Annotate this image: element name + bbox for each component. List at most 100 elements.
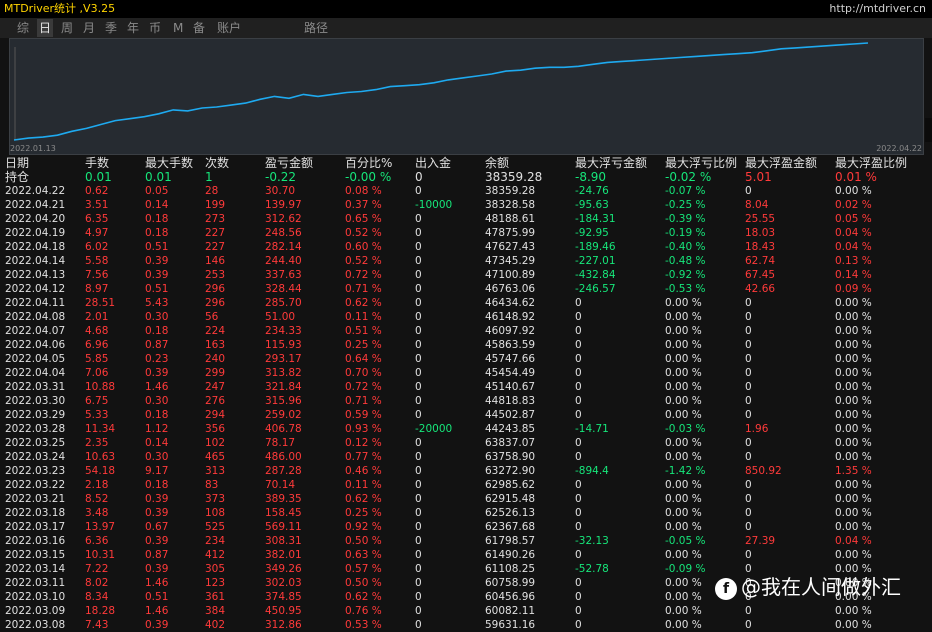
cell-lots: 3.48 [85,507,109,519]
cell-date: 持仓 [5,170,30,184]
holding-row[interactable]: 持仓 0.01 0.01 1 -0.22 -0.00 % 0 38359.28 -8.90 -0.… [0,170,932,184]
tab-year[interactable]: 年 [127,19,139,37]
table-row[interactable]: 2022.04.08 2.01 0.30 56 51.00 0.11 % 0 46148.92… [0,310,932,324]
cell-balance: 60456.96 [485,591,536,603]
cell-max-float-loss-pct: 0.00 % [665,339,702,351]
cell-pnl: 302.03 [265,577,302,589]
cell-lots: 2.35 [85,437,109,449]
cell-max-lots: 0.39 [145,255,169,267]
cell-max-lots: 0.18 [145,409,169,421]
col-header-balance[interactable]: 余额 [485,156,509,170]
cell-max-float-profit: 18.03 [745,227,776,239]
cell-max-lots: 0.14 [145,199,169,211]
col-header-max-float-profit[interactable]: 最大浮盈金额 [745,156,817,170]
cell-max-float-profit-pct: 0.00 % [835,409,872,421]
cell-max-float-profit-pct: 0.04 % [835,227,872,239]
col-header-date[interactable]: 日期 [5,156,29,170]
cell-balance: 47345.29 [485,255,536,267]
cell-max-lots: 0.51 [145,283,169,295]
table-row[interactable]: 2022.03.23 54.18 9.17 313 287.28 0.46 % 0 63272… [0,464,932,478]
col-header-lots[interactable]: 手数 [85,156,109,170]
table-row[interactable]: 2022.04.13 7.56 0.39 253 337.63 0.72 % 0 47100.… [0,268,932,282]
cell-max-float-loss: -32.13 [575,535,609,547]
brand-logo-icon: f [715,577,737,600]
tab-quarter[interactable]: 季 [105,19,117,37]
table-row[interactable]: 2022.04.20 6.35 0.18 273 312.62 0.65 % 0 48188.… [0,212,932,226]
tab-day[interactable]: 日 [37,19,54,37]
cell-lots: 6.36 [85,535,109,547]
table-row[interactable]: 2022.04.22 0.62 0.05 28 30.70 0.08 % 0 38359.28… [0,184,932,198]
cell-lots: 6.02 [85,241,109,253]
table-row[interactable]: 2022.03.08 7.43 0.39 402 312.86 0.53 % 0 59631.… [0,618,932,632]
cell-max-float-loss-pct: -0.92 % [665,269,706,281]
table-row[interactable]: 2022.04.11 28.51 5.43 296 285.70 0.62 % 0 46434… [0,296,932,310]
cell-max-float-profit: 0 [745,339,752,351]
col-header-deposit-withdraw[interactable]: 出入金 [415,156,451,170]
cell-max-lots: 0.87 [145,549,169,561]
table-row[interactable]: 2022.03.15 10.31 0.87 412 382.01 0.63 % 0 61490… [0,548,932,562]
col-header-max-float-loss[interactable]: 最大浮亏金额 [575,156,647,170]
cell-date: 2022.03.24 [5,451,66,463]
x-end-label: 2022.04.22 [876,144,922,153]
table-row[interactable]: 2022.04.04 7.06 0.39 299 313.82 0.70 % 0 45454.… [0,366,932,380]
cell-deposit-withdraw: 0 [415,437,422,449]
tab-m[interactable]: M [173,19,183,37]
cell-max-float-profit: 18.43 [745,241,776,253]
tab-currency[interactable]: 币 [149,19,161,37]
cell-max-lots: 0.51 [145,241,169,253]
tab-account[interactable]: 账户 [217,19,241,37]
col-header-trades[interactable]: 次数 [205,156,229,170]
cell-max-float-profit-pct: 0.01 % [835,170,877,184]
table-row[interactable]: 2022.03.21 8.52 0.39 373 389.35 0.62 % 0 62915.… [0,492,932,506]
table-row[interactable]: 2022.03.28 11.34 1.12 356 406.78 0.93 % -20000… [0,422,932,436]
col-header-percent[interactable]: 百分比% [345,156,392,170]
tab-path[interactable]: 路径 [304,19,328,37]
tab-week[interactable]: 周 [61,19,73,37]
table-row[interactable]: 2022.03.18 3.48 0.39 108 158.45 0.25 % 0 62526.… [0,506,932,520]
cell-max-float-profit: 62.74 [745,255,776,267]
col-header-max-float-profit-pct[interactable]: 最大浮盈比例 [835,156,907,170]
cell-balance: 45454.49 [485,367,536,379]
cell-lots: 2.18 [85,479,109,491]
cell-date: 2022.03.29 [5,409,66,421]
cell-deposit-withdraw: 0 [415,241,422,253]
col-header-pnl[interactable]: 盈亏金额 [265,156,313,170]
table-row[interactable]: 2022.04.07 4.68 0.18 224 234.33 0.51 % 0 46097.… [0,324,932,338]
cell-date: 2022.04.18 [5,241,66,253]
table-row[interactable]: 2022.04.12 8.97 0.51 296 328.44 0.71 % 0 46763.… [0,282,932,296]
table-row[interactable]: 2022.04.06 6.96 0.87 163 115.93 0.25 % 0 45863.… [0,338,932,352]
cell-deposit-withdraw: 0 [415,465,422,477]
col-header-max-lots[interactable]: 最大手数 [145,156,193,170]
table-row[interactable]: 2022.04.21 3.51 0.14 199 139.97 0.37 % -10000 3… [0,198,932,212]
col-header-max-float-loss-pct[interactable]: 最大浮亏比例 [665,156,737,170]
tab-month[interactable]: 月 [83,19,95,37]
tab-notes[interactable]: 备 [193,19,205,37]
table-row[interactable]: 2022.03.31 10.88 1.46 247 321.84 0.72 % 0 45140… [0,380,932,394]
table-row[interactable]: 2022.03.25 2.35 0.14 102 78.17 0.12 % 0 63837.0… [0,436,932,450]
table-row[interactable]: 2022.03.22 2.18 0.18 83 70.14 0.11 % 0 62985.62… [0,478,932,492]
table-row[interactable]: 2022.03.09 18.28 1.46 384 450.95 0.76 % 0 60082… [0,604,932,618]
table-row[interactable]: 2022.03.29 5.33 0.18 294 259.02 0.59 % 0 44502.… [0,408,932,422]
table-row[interactable]: 2022.04.05 5.85 0.23 240 293.17 0.64 % 0 45747.… [0,352,932,366]
cell-lots: 7.06 [85,367,109,379]
cell-max-float-profit-pct: 0.00 % [835,367,872,379]
table-row[interactable]: 2022.04.14 5.58 0.39 146 244.40 0.52 % 0 47345.… [0,254,932,268]
cell-max-float-loss-pct: -1.42 % [665,465,706,477]
cell-percent: 0.72 % [345,381,382,393]
cell-deposit-withdraw: 0 [415,451,422,463]
tab-overview[interactable]: 综 [17,19,29,37]
scrollbar-thumb[interactable] [925,118,932,142]
table-row[interactable]: 2022.03.16 6.36 0.39 234 308.31 0.50 % 0 61798.… [0,534,932,548]
table-row[interactable]: 2022.03.30 6.75 0.30 276 315.96 0.71 % 0 44818.… [0,394,932,408]
table-row[interactable]: 2022.03.17 13.97 0.67 525 569.11 0.92 % 0 62367… [0,520,932,534]
table-row[interactable]: 2022.03.24 10.63 0.30 465 486.00 0.77 % 0 63758… [0,450,932,464]
cell-date: 2022.04.22 [5,185,66,197]
website-link[interactable]: http://mtdriver.cn [829,0,926,18]
table-row[interactable]: 2022.04.19 4.97 0.18 227 248.56 0.52 % 0 47875.… [0,226,932,240]
cell-percent: 0.25 % [345,507,382,519]
cell-max-float-profit-pct: 0.05 % [835,213,872,225]
cell-lots: 5.33 [85,409,109,421]
table-row[interactable]: 2022.04.18 6.02 0.51 227 282.14 0.60 % 0 47627.… [0,240,932,254]
cell-percent: 0.63 % [345,549,382,561]
cell-balance: 47100.89 [485,269,536,281]
